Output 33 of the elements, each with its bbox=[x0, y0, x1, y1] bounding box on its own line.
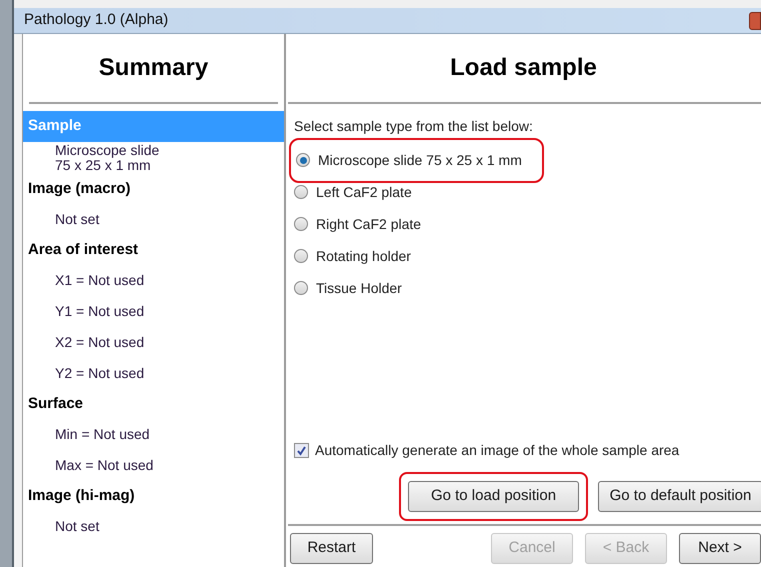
radio-icon bbox=[294, 217, 308, 231]
summary-value: Y1 = Not used bbox=[54, 302, 146, 321]
summary-value: Microscope slide 75 x 25 x 1 mm bbox=[54, 142, 160, 174]
summary-value: X2 = Not used bbox=[54, 333, 146, 352]
radio-option[interactable]: Microscope slide 75 x 25 x 1 mm bbox=[291, 140, 542, 180]
radio-icon bbox=[294, 185, 308, 199]
summary-value: Not set bbox=[54, 517, 100, 536]
radio-option[interactable]: Tissue Holder bbox=[294, 278, 402, 298]
radio-icon bbox=[294, 281, 308, 295]
summary-value: X1 = Not used bbox=[54, 271, 146, 290]
summary-value: Not set bbox=[54, 210, 100, 229]
auto-image-checkbox[interactable]: Automatically generate an image of the whole sample area bbox=[294, 440, 761, 461]
radio-icon bbox=[294, 249, 308, 263]
summary-heading[interactable]: Image (hi-mag) bbox=[23, 481, 284, 511]
radio-icon bbox=[296, 153, 310, 167]
summary-title: Summary bbox=[98, 53, 208, 83]
position-button[interactable]: Go to load position bbox=[408, 481, 579, 512]
radio-option[interactable]: Rotating holder bbox=[294, 246, 411, 266]
instruction-text: Select sample type from the list below: bbox=[294, 117, 534, 136]
radio-option[interactable]: Left CaF2 plate bbox=[294, 182, 412, 202]
nav-button[interactable]: Next > bbox=[679, 533, 761, 564]
page-title: Load sample bbox=[450, 53, 597, 83]
summary-heading[interactable]: Surface bbox=[23, 389, 284, 419]
restart-button[interactable]: Restart bbox=[290, 533, 373, 564]
summary-heading[interactable]: Area of interest bbox=[23, 235, 284, 265]
radio-option[interactable]: Right CaF2 plate bbox=[294, 214, 422, 234]
summary-value: Y2 = Not used bbox=[54, 364, 146, 383]
summary-value: Max = Not used bbox=[54, 456, 154, 475]
summary-heading[interactable]: Image (macro) bbox=[23, 174, 284, 204]
summary-value: Min = Not used bbox=[54, 425, 151, 444]
close-icon[interactable] bbox=[749, 12, 761, 30]
window-title: Pathology 1.0 (Alpha) bbox=[24, 10, 168, 30]
position-button[interactable]: Go to default position bbox=[598, 481, 761, 512]
